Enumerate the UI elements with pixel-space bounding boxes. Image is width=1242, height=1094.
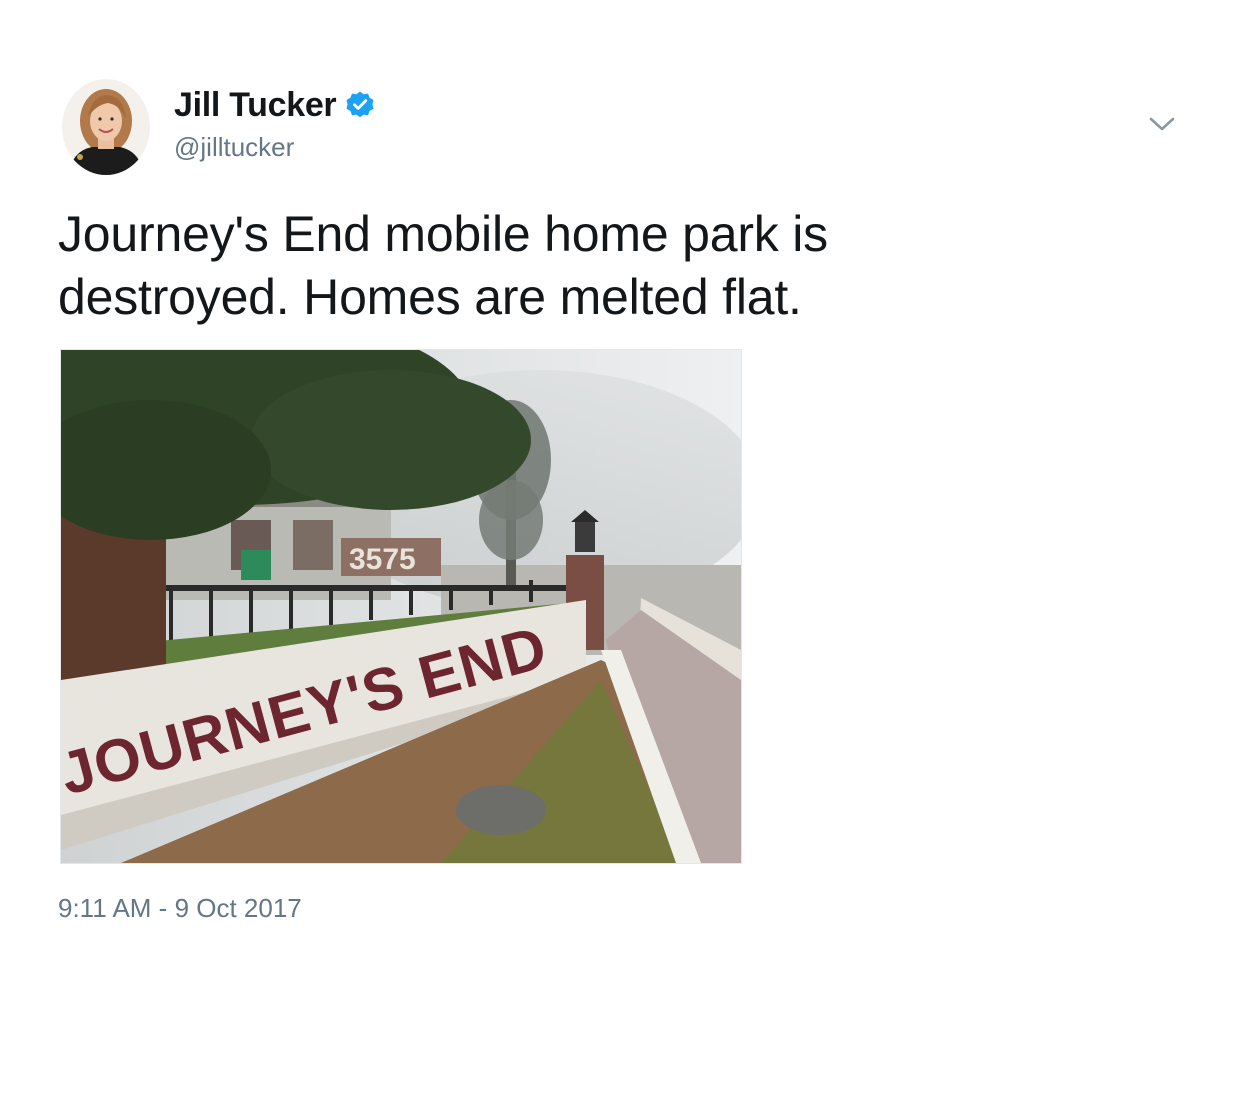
display-name[interactable]: Jill Tucker bbox=[174, 86, 337, 125]
tweet-text: Journey's End mobile home park is destro… bbox=[58, 206, 828, 325]
chevron-down-icon[interactable] bbox=[1148, 114, 1176, 134]
author-handle[interactable]: @jilltucker bbox=[174, 132, 294, 163]
media-address-number: 3575 bbox=[349, 543, 416, 576]
avatar[interactable] bbox=[62, 79, 150, 175]
tweet-timestamp[interactable]: 9:11 AM - 9 Oct 2017 bbox=[58, 893, 302, 924]
author-name-row[interactable]: Jill Tucker bbox=[174, 84, 375, 126]
tweet-card: Jill Tucker @jilltucker Journey's End mo… bbox=[0, 0, 1242, 1094]
tweet-photo[interactable]: 3575 JOURNEY'S END bbox=[60, 349, 742, 864]
verified-badge-icon bbox=[345, 90, 375, 120]
